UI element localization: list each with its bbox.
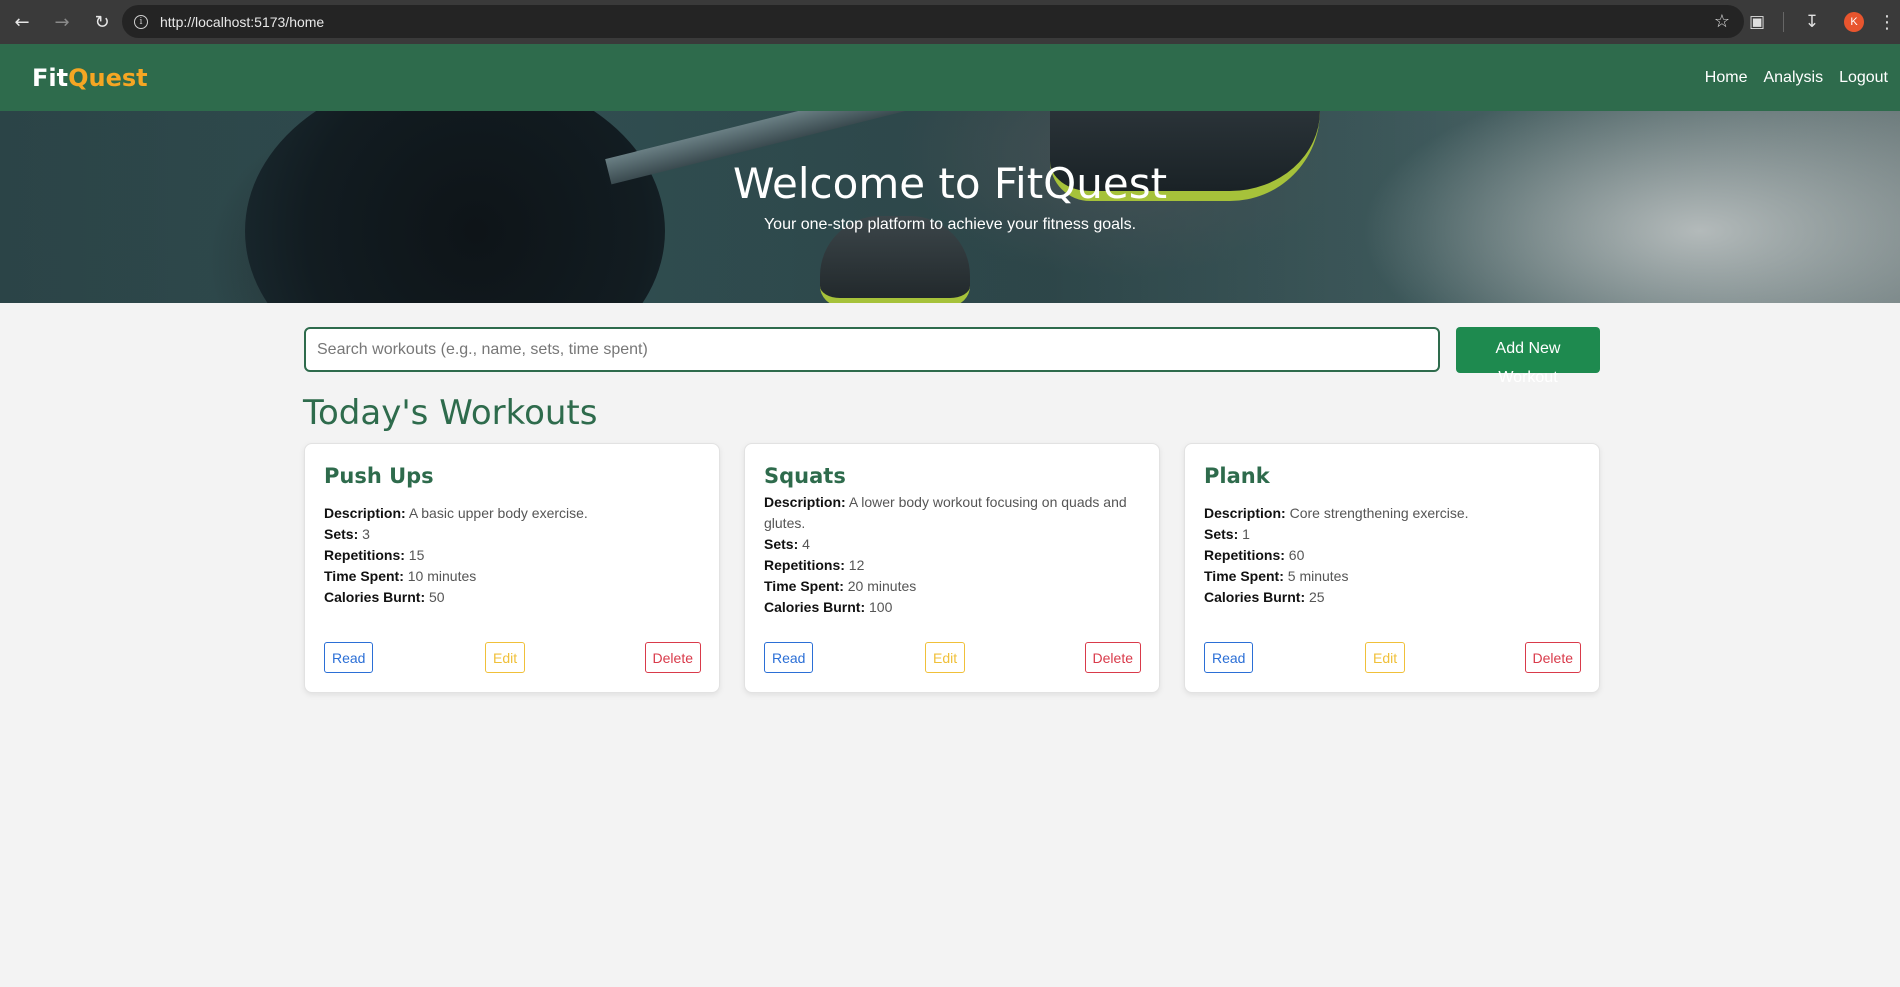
hero-title: Welcome to FitQuest [732,159,1168,208]
description-value: A basic upper body exercise. [408,505,588,521]
time-spent-value: 10 minutes [407,568,477,584]
calories-label: Calories Burnt: [1204,589,1306,605]
time-spent-row: Time Spent: 20 minutes [764,576,1144,597]
download-icon[interactable]: ↧ [1794,4,1830,40]
sets-value: 3 [362,526,370,542]
workout-name: Plank [1204,464,1270,488]
sets-label: Sets: [1204,526,1239,542]
sets-label: Sets: [764,536,799,552]
search-input[interactable] [304,327,1440,372]
repetitions-value: 60 [1288,547,1305,563]
toolbar-divider [1783,12,1784,32]
back-icon[interactable]: ← [4,4,40,40]
description-value: Core strengthening exercise. [1289,505,1469,521]
description-row: Description: A basic upper body exercise… [324,503,704,524]
calories-value: 25 [1309,589,1325,605]
reload-icon[interactable]: ↻ [84,4,120,40]
repetitions-row: Repetitions: 60 [1204,545,1584,566]
time-spent-row: Time Spent: 5 minutes [1204,566,1584,587]
forward-icon[interactable]: → [44,4,80,40]
time-spent-label: Time Spent: [324,568,404,584]
time-spent-value: 5 minutes [1287,568,1349,584]
workout-details: Description: A lower body workout focusi… [764,492,1144,618]
edit-button[interactable]: Edit [1365,642,1406,673]
time-spent-row: Time Spent: 10 minutes [324,566,704,587]
delete-button[interactable]: Delete [1524,642,1581,673]
read-button[interactable]: Read [324,642,374,673]
repetitions-row: Repetitions: 12 [764,555,1144,576]
nav-logout-link[interactable]: Logout [1839,69,1888,87]
extensions-icon[interactable]: ▣ [1739,4,1775,40]
browser-toolbar: ← → ↻ i http://localhost:5173/home ☆ ▣ ↧… [0,0,1900,44]
read-button[interactable]: Read [1204,642,1254,673]
repetitions-label: Repetitions: [324,547,405,563]
calories-value: 100 [869,599,893,615]
app-navbar: FitQuest Home Analysis Logout [0,44,1900,111]
delete-button[interactable]: Delete [644,642,701,673]
calories-label: Calories Burnt: [324,589,426,605]
repetitions-label: Repetitions: [764,557,845,573]
sets-row: Sets: 4 [764,534,1144,555]
browser-menu-icon[interactable]: ⋮ [1878,12,1896,33]
calories-row: Calories Burnt: 100 [764,597,1144,618]
workout-card: Push Ups Description: A basic upper body… [304,443,720,693]
card-actions: Read Edit Delete [324,642,701,674]
workout-card-list: Push Ups Description: A basic upper body… [304,443,1600,693]
hero-banner: Welcome to FitQuest Your one-stop platfo… [0,111,1900,303]
sets-value: 4 [802,536,810,552]
card-actions: Read Edit Delete [764,642,1141,674]
workout-details: Description: A basic upper body exercise… [324,503,704,608]
site-info-icon[interactable]: i [134,14,148,29]
read-button[interactable]: Read [764,642,814,673]
edit-button[interactable]: Edit [485,642,526,673]
description-row: Description: A lower body workout focusi… [764,492,1144,534]
description-label: Description: [1204,505,1286,521]
sets-value: 1 [1242,526,1250,542]
hero-subtitle: Your one-stop platform to achieve your f… [763,216,1137,233]
sets-row: Sets: 1 [1204,524,1584,545]
bookmark-star-icon[interactable]: ☆ [1714,11,1730,32]
profile-avatar[interactable]: K [1844,12,1864,32]
card-actions: Read Edit Delete [1204,642,1581,674]
add-workout-label-line2: Workout [1498,369,1558,386]
time-spent-label: Time Spent: [764,578,844,594]
delete-button[interactable]: Delete [1084,642,1141,673]
description-row: Description: Core strengthening exercise… [1204,503,1584,524]
brand-fit: Fit [32,63,69,92]
nav-menu: Home Analysis Logout [1689,69,1888,87]
time-spent-label: Time Spent: [1204,568,1284,584]
address-url[interactable]: http://localhost:5173/home [160,14,324,30]
calories-value: 50 [429,589,445,605]
section-title: Today's Workouts [303,393,598,433]
workout-details: Description: Core strengthening exercise… [1204,503,1584,608]
time-spent-value: 20 minutes [847,578,917,594]
repetitions-value: 12 [848,557,865,573]
add-workout-button[interactable]: Add New Workout [1456,327,1600,386]
repetitions-label: Repetitions: [1204,547,1285,563]
sets-row: Sets: 3 [324,524,704,545]
repetitions-value: 15 [408,547,425,563]
nav-analysis-link[interactable]: Analysis [1763,69,1823,87]
workout-card: Plank Description: Core strengthening ex… [1184,443,1600,693]
nav-home-link[interactable]: Home [1705,69,1748,87]
edit-button[interactable]: Edit [925,642,966,673]
sets-label: Sets: [324,526,359,542]
description-label: Description: [324,505,406,521]
workout-card: Squats Description: A lower body workout… [744,443,1160,693]
description-label: Description: [764,494,846,510]
brand-logo[interactable]: FitQuest [32,64,148,92]
address-bar[interactable]: i http://localhost:5173/home ☆ [122,5,1744,38]
repetitions-row: Repetitions: 15 [324,545,704,566]
workout-name: Squats [764,464,846,488]
calories-row: Calories Burnt: 25 [1204,587,1584,608]
calories-row: Calories Burnt: 50 [324,587,704,608]
add-workout-label-line1: Add New [1495,340,1561,357]
brand-quest: Quest [68,63,148,92]
calories-label: Calories Burnt: [764,599,866,615]
workout-name: Push Ups [324,464,434,488]
